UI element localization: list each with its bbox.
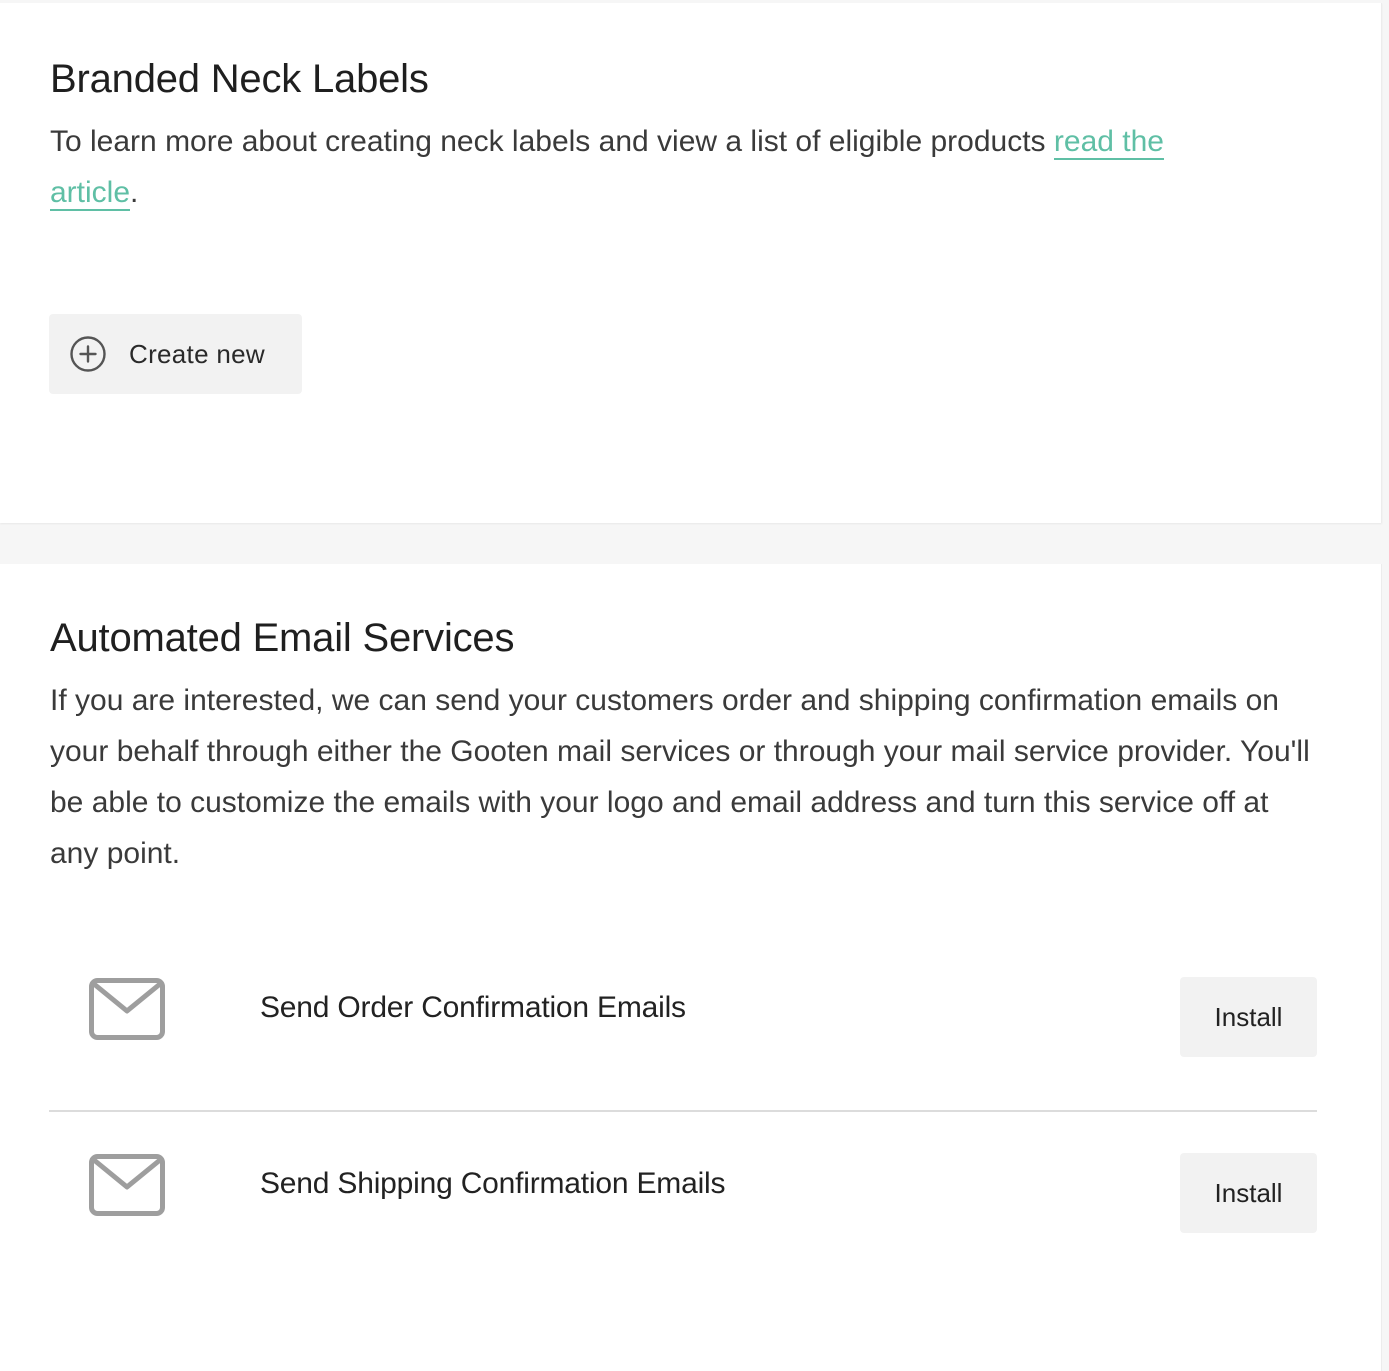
list-item-shipping-confirmation: Send Shipping Confirmation Emails Instal… — [49, 1137, 1317, 1257]
email-services-card: Automated Email Services If you are inte… — [0, 564, 1382, 1371]
neck-labels-description: To learn more about creating neck labels… — [50, 116, 1325, 218]
neck-labels-card: Branded Neck Labels To learn more about … — [0, 3, 1382, 523]
envelope-icon — [89, 1154, 165, 1216]
neck-labels-description-text: To learn more about creating neck labels… — [50, 125, 1054, 158]
email-services-description: If you are interested, we can send your … — [50, 684, 1310, 870]
divider — [49, 1110, 1317, 1112]
order-confirmation-label: Send Order Confirmation Emails — [260, 991, 686, 1024]
read-article-link-part-1[interactable]: read the — [1053, 125, 1164, 160]
email-services-title: Automated Email Services — [50, 616, 515, 660]
plus-circle-icon — [70, 336, 106, 372]
read-article-link-part-2[interactable]: article — [50, 176, 131, 211]
page: Branded Neck Labels To learn more about … — [0, 0, 1389, 1371]
install-order-confirmation-button[interactable]: Install — [1180, 977, 1317, 1057]
neck-labels-description-end: . — [130, 176, 139, 209]
create-new-button[interactable]: Create new — [49, 314, 302, 394]
neck-labels-title: Branded Neck Labels — [50, 57, 429, 101]
list-item-order-confirmation: Send Order Confirmation Emails Install — [49, 961, 1317, 1081]
create-new-label: Create new — [129, 338, 265, 369]
shipping-confirmation-label: Send Shipping Confirmation Emails — [260, 1167, 726, 1200]
envelope-icon — [89, 978, 165, 1040]
install-shipping-confirmation-button[interactable]: Install — [1180, 1153, 1317, 1233]
